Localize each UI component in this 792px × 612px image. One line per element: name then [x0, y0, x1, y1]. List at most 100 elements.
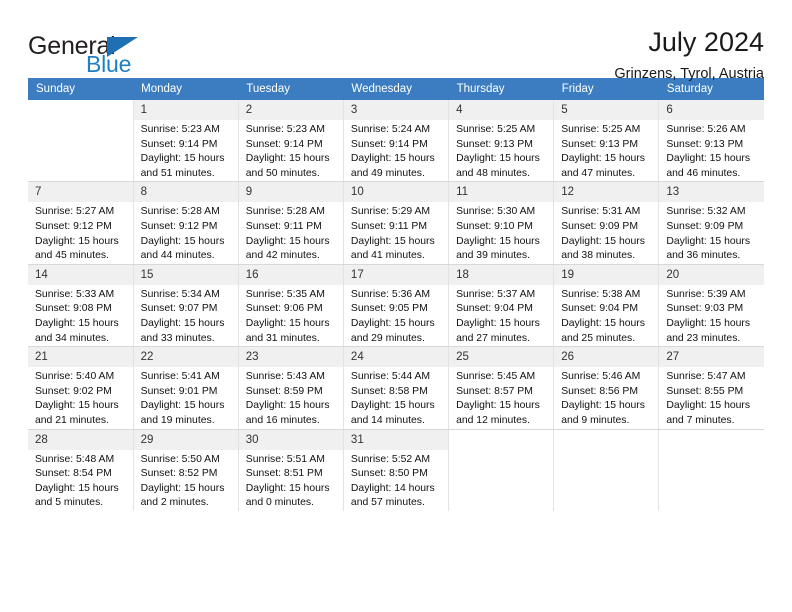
day-detail-line: Daylight: 15 hours [245, 153, 330, 165]
calendar-day-cell-empty [448, 429, 555, 511]
day-detail-line: and 45 minutes. [35, 250, 109, 262]
calendar-day-cell[interactable]: 20 Sunrise: 5:39 AM Sunset: 9:03 PM Dayligh… [658, 264, 764, 348]
general-blue-logo[interactable]: General Blue [28, 26, 158, 76]
calendar-day-cell[interactable]: 14 Sunrise: 5:33 AM Sunset: 9:08 PM Dayligh… [28, 264, 134, 348]
calendar-day-cell[interactable]: 7 Sunrise: 5:27 AM Sunset: 9:12 PM Daylight… [28, 181, 134, 265]
day-detail-line: Daylight: 15 hours [561, 400, 645, 412]
day-details: Sunrise: 5:32 AM Sunset: 9:09 PM Daylight:… [659, 202, 764, 263]
calendar-day-cell[interactable]: 15 Sunrise: 5:34 AM Sunset: 9:07 PM Dayligh… [132, 264, 239, 348]
day-details: Sunrise: 5:23 AM Sunset: 9:14 PM Daylight:… [134, 120, 238, 181]
calendar-day-cell[interactable]: 18 Sunrise: 5:37 AM Sunset: 9:04 PM Dayligh… [448, 264, 555, 348]
day-detail-line: Daylight: 15 hours [245, 400, 330, 412]
day-detail-line: Daylight: 15 hours [456, 317, 540, 329]
calendar-day-cell[interactable]: 10 Sunrise: 5:29 AM Sunset: 9:11 PM Dayligh… [342, 181, 450, 265]
day-detail-line: Daylight: 15 hours [456, 235, 540, 247]
day-details: Sunrise: 5:28 AM Sunset: 9:11 PM Daylight:… [239, 202, 343, 263]
day-details: Sunrise: 5:34 AM Sunset: 9:07 PM Daylight:… [134, 285, 238, 346]
calendar-day-cell[interactable]: 17 Sunrise: 5:36 AM Sunset: 9:05 PM Dayligh… [342, 264, 450, 348]
day-detail-line: Sunset: 9:09 PM [666, 220, 744, 232]
day-details: Sunrise: 5:33 AM Sunset: 9:08 PM Daylight:… [28, 285, 133, 346]
calendar-day-cell[interactable]: 8 Sunrise: 5:28 AM Sunset: 9:12 PM Daylight… [132, 181, 239, 265]
calendar-week-row: 1 Sunrise: 5:23 AM Sunset: 9:14 PM Daylight… [28, 100, 764, 183]
day-detail-line: Sunset: 8:52 PM [140, 468, 218, 480]
day-details: Sunrise: 5:43 AM Sunset: 8:59 PM Daylight:… [239, 367, 343, 428]
calendar-day-cell[interactable]: 19 Sunrise: 5:38 AM Sunset: 9:04 PM Dayligh… [553, 264, 660, 348]
day-detail-line: Daylight: 15 hours [561, 235, 645, 247]
calendar-day-cell[interactable]: 1 Sunrise: 5:23 AM Sunset: 9:14 PM Daylight… [132, 100, 239, 183]
day-detail-line: Daylight: 15 hours [35, 235, 119, 247]
day-detail-line: Sunset: 9:13 PM [456, 138, 533, 150]
calendar-day-cell[interactable]: 25 Sunrise: 5:45 AM Sunset: 8:57 PM Dayligh… [448, 346, 555, 430]
day-number: 27 [659, 347, 764, 368]
day-details: Sunrise: 5:25 AM Sunset: 9:13 PM Daylight:… [449, 120, 553, 181]
calendar-day-cell[interactable]: 16 Sunrise: 5:35 AM Sunset: 9:06 PM Dayligh… [237, 264, 344, 348]
calendar-day-cell[interactable]: 12 Sunrise: 5:31 AM Sunset: 9:09 PM Dayligh… [553, 181, 660, 265]
day-detail-line: Sunrise: 5:51 AM [245, 453, 325, 465]
day-detail-line: Daylight: 14 hours [350, 482, 435, 494]
calendar-day-cell[interactable]: 13 Sunrise: 5:32 AM Sunset: 9:09 PM Dayligh… [658, 181, 764, 265]
calendar-day-cell[interactable]: 11 Sunrise: 5:30 AM Sunset: 9:10 PM Dayligh… [448, 181, 555, 265]
day-details: Sunrise: 5:35 AM Sunset: 9:06 PM Daylight:… [239, 285, 343, 346]
page-title: July 2024 [648, 27, 764, 57]
day-detail-line: Daylight: 15 hours [35, 400, 119, 412]
calendar-day-cell[interactable]: 9 Sunrise: 5:28 AM Sunset: 9:11 PM Daylight… [237, 181, 344, 265]
calendar-day-cell[interactable]: 4 Sunrise: 5:25 AM Sunset: 9:13 PM Daylight… [448, 100, 555, 183]
day-detail-line: and 21 minutes. [35, 414, 109, 426]
day-detail-line: Sunset: 9:10 PM [456, 220, 533, 232]
day-detail-line: Sunset: 9:05 PM [350, 303, 428, 315]
day-detail-line: Sunrise: 5:45 AM [456, 371, 536, 383]
day-detail-line: Sunrise: 5:23 AM [245, 124, 325, 135]
day-detail-line: and 29 minutes. [350, 332, 425, 344]
day-detail-line: Sunset: 8:58 PM [350, 385, 428, 397]
day-details: Sunrise: 5:38 AM Sunset: 9:04 PM Daylight:… [554, 285, 658, 346]
day-detail-line: Sunrise: 5:50 AM [140, 453, 220, 465]
day-number: 23 [238, 347, 343, 368]
day-detail-line: Sunset: 8:59 PM [245, 385, 323, 397]
day-detail-line: Sunset: 9:12 PM [35, 220, 112, 232]
day-detail-line: Daylight: 15 hours [245, 482, 330, 494]
day-detail-line: Sunrise: 5:24 AM [350, 124, 431, 135]
calendar-day-cell[interactable]: 3 Sunrise: 5:24 AM Sunset: 9:14 PM Daylight… [342, 100, 450, 183]
calendar-day-cell[interactable]: 2 Sunrise: 5:23 AM Sunset: 9:14 PM Daylight… [237, 100, 344, 183]
day-details: Sunrise: 5:24 AM Sunset: 9:14 PM Daylight:… [344, 120, 448, 181]
day-detail-line: Sunset: 9:14 PM [140, 138, 218, 150]
calendar-day-cell[interactable]: 5 Sunrise: 5:25 AM Sunset: 9:13 PM Daylight… [553, 100, 660, 183]
day-detail-line: Daylight: 15 hours [666, 153, 751, 165]
day-detail-line: Daylight: 15 hours [140, 153, 225, 165]
calendar-day-cell[interactable]: 22 Sunrise: 5:41 AM Sunset: 9:01 PM Dayligh… [132, 346, 239, 430]
calendar-day-cell[interactable]: 31 Sunrise: 5:52 AM Sunset: 8:50 PM Dayligh… [342, 429, 450, 511]
day-detail-line: Sunrise: 5:28 AM [140, 206, 220, 218]
day-detail-line: Sunset: 8:50 PM [350, 468, 428, 480]
calendar-day-cell[interactable]: 28 Sunrise: 5:48 AM Sunset: 8:54 PM Dayligh… [28, 429, 134, 511]
day-detail-line: and 50 minutes. [245, 167, 320, 179]
day-detail-line: Sunrise: 5:41 AM [140, 371, 220, 383]
calendar-day-cell[interactable]: 24 Sunrise: 5:44 AM Sunset: 8:58 PM Dayligh… [342, 346, 450, 430]
day-details: Sunrise: 5:27 AM Sunset: 9:12 PM Daylight:… [28, 202, 133, 263]
day-number: 18 [449, 264, 554, 285]
day-detail-line: Sunset: 9:09 PM [561, 220, 639, 232]
day-number: 11 [449, 182, 554, 203]
calendar-day-cell[interactable]: 27 Sunrise: 5:47 AM Sunset: 8:55 PM Dayligh… [658, 346, 764, 430]
day-detail-line: Daylight: 15 hours [140, 235, 225, 247]
day-detail-line: Daylight: 15 hours [666, 235, 751, 247]
calendar-page: General Blue July 2024 Grinzens, Tyrol, … [0, 0, 792, 612]
day-number: 20 [659, 264, 764, 285]
calendar-day-cell[interactable]: 6 Sunrise: 5:26 AM Sunset: 9:13 PM Daylight… [658, 100, 764, 183]
calendar-day-cell[interactable]: 29 Sunrise: 5:50 AM Sunset: 8:52 PM Dayligh… [132, 429, 239, 511]
day-detail-line: Sunrise: 5:34 AM [140, 288, 220, 300]
day-details: Sunrise: 5:39 AM Sunset: 9:03 PM Daylight:… [659, 285, 764, 346]
day-detail-line: Sunset: 9:03 PM [666, 303, 744, 315]
day-detail-line: Sunset: 8:55 PM [666, 385, 744, 397]
day-number: 30 [238, 429, 343, 450]
day-details: Sunrise: 5:23 AM Sunset: 9:14 PM Daylight:… [239, 120, 343, 181]
calendar-day-cell[interactable]: 26 Sunrise: 5:46 AM Sunset: 8:56 PM Dayligh… [553, 346, 660, 430]
day-detail-line: and 46 minutes. [666, 167, 741, 179]
day-detail-line: Sunrise: 5:38 AM [561, 288, 641, 300]
calendar-day-cell[interactable]: 30 Sunrise: 5:51 AM Sunset: 8:51 PM Dayligh… [237, 429, 344, 511]
day-number: 21 [28, 347, 133, 368]
day-details: Sunrise: 5:52 AM Sunset: 8:50 PM Daylight:… [344, 450, 448, 511]
calendar-day-cell[interactable]: 21 Sunrise: 5:40 AM Sunset: 9:02 PM Dayligh… [28, 346, 134, 430]
day-details: Sunrise: 5:36 AM Sunset: 9:05 PM Daylight:… [344, 285, 448, 346]
calendar-day-cell[interactable]: 23 Sunrise: 5:43 AM Sunset: 8:59 PM Dayligh… [237, 346, 344, 430]
day-detail-line: Sunset: 9:01 PM [140, 385, 218, 397]
